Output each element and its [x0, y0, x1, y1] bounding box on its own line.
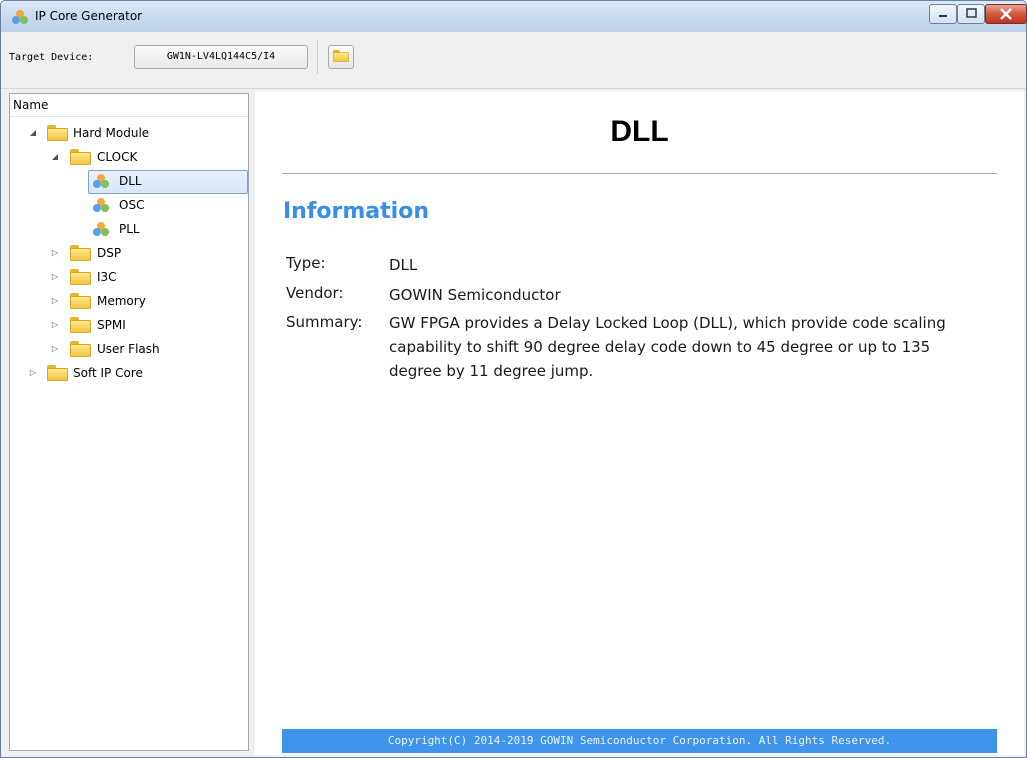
tree-node-osc[interactable]: OSC	[88, 194, 248, 216]
folder-icon	[47, 365, 68, 381]
open-folder-button[interactable]	[328, 45, 354, 69]
tree-node-label: OSC	[119, 198, 145, 212]
tree-column-header[interactable]: Name	[10, 94, 248, 117]
minimize-icon	[939, 15, 947, 17]
folder-icon	[70, 341, 91, 357]
tree-node-label: CLOCK	[97, 150, 138, 164]
app-window: IP Core Generator Target Device: GW1N-LV…	[0, 0, 1027, 758]
folder-icon	[70, 317, 91, 333]
summary-label: Summary:	[286, 313, 363, 331]
window-title: IP Core Generator	[35, 9, 143, 23]
maximize-icon	[966, 8, 977, 18]
vendor-value: GOWIN Semiconductor	[389, 286, 561, 304]
expanded-arrow-icon: ◢	[51, 152, 59, 161]
tree-node-spmi[interactable]: ▷ SPMI	[10, 314, 248, 336]
folder-icon	[70, 293, 91, 309]
tree-node-user-flash[interactable]: ▷ User Flash	[10, 338, 248, 360]
section-heading: Information	[283, 199, 429, 224]
expanded-arrow-icon: ◢	[29, 128, 37, 137]
close-icon	[1000, 8, 1012, 20]
collapsed-arrow-icon: ▷	[51, 248, 59, 257]
selection-highlight	[88, 170, 248, 194]
tree-node-label: Memory	[97, 294, 146, 308]
copyright-footer: Copyright(C) 2014-2019 GOWIN Semiconduct…	[282, 729, 997, 753]
tree-node-label: DLL	[119, 174, 142, 188]
maximize-button[interactable]	[957, 4, 985, 24]
minimize-button[interactable]	[929, 4, 957, 24]
tree-node-hard-module[interactable]: ◢ Hard Module	[10, 122, 248, 144]
ip-tree-panel: Name ◢ Hard Module ◢ CLOCK DLL OSC PLL ▷…	[9, 93, 249, 751]
tree-node-soft-ip-core[interactable]: ▷ Soft IP Core	[10, 362, 248, 384]
tree-node-label: SPMI	[97, 318, 126, 332]
tree-node-label: Soft IP Core	[73, 366, 143, 380]
ip-core-icon	[93, 222, 109, 236]
type-value: DLL	[389, 256, 418, 274]
collapsed-arrow-icon: ▷	[29, 368, 37, 377]
name-column-label: Name	[13, 98, 49, 112]
tree-node-dll[interactable]: DLL	[88, 170, 248, 194]
ip-core-icon	[93, 174, 109, 188]
folder-icon	[70, 269, 91, 285]
collapsed-arrow-icon: ▷	[51, 344, 59, 353]
tree-node-dsp[interactable]: ▷ DSP	[10, 242, 248, 264]
tree-node-label: Hard Module	[73, 126, 150, 140]
title-bar[interactable]: IP Core Generator	[1, 1, 1027, 32]
ip-core-app-icon	[12, 10, 28, 24]
tree-node-pll[interactable]: PLL	[88, 218, 248, 240]
ip-title: DLL	[610, 115, 669, 148]
title-divider	[282, 173, 997, 174]
ip-info-panel: DLL Information Type: DLL Vendor: GOWIN …	[255, 91, 1024, 755]
folder-open-icon	[47, 125, 68, 141]
tree-node-memory[interactable]: ▷ Memory	[10, 290, 248, 312]
tree-node-label: I3C	[97, 270, 117, 284]
folder-icon	[70, 245, 91, 261]
tree-node-clock[interactable]: ◢ CLOCK	[10, 146, 248, 168]
target-device-button[interactable]: GW1N-LV4LQ144C5/I4	[134, 45, 308, 69]
type-label: Type:	[286, 254, 326, 272]
close-button[interactable]	[985, 4, 1027, 24]
folder-open-icon	[70, 149, 91, 165]
vendor-label: Vendor:	[286, 284, 344, 302]
collapsed-arrow-icon: ▷	[51, 320, 59, 329]
collapsed-arrow-icon: ▷	[51, 296, 59, 305]
toolbar-separator	[317, 40, 318, 74]
tree-node-label: DSP	[97, 246, 122, 260]
toolbar: Target Device: GW1N-LV4LQ144C5/I4	[1, 32, 1026, 89]
ip-core-icon	[93, 198, 109, 212]
target-device-label: Target Device:	[9, 52, 94, 63]
folder-icon	[333, 50, 349, 62]
collapsed-arrow-icon: ▷	[51, 272, 59, 281]
tree-node-i3c[interactable]: ▷ I3C	[10, 266, 248, 288]
tree-node-label: User Flash	[97, 342, 160, 356]
tree-node-label: PLL	[119, 222, 140, 236]
summary-value: GW FPGA provides a Delay Locked Loop (DL…	[389, 314, 946, 380]
